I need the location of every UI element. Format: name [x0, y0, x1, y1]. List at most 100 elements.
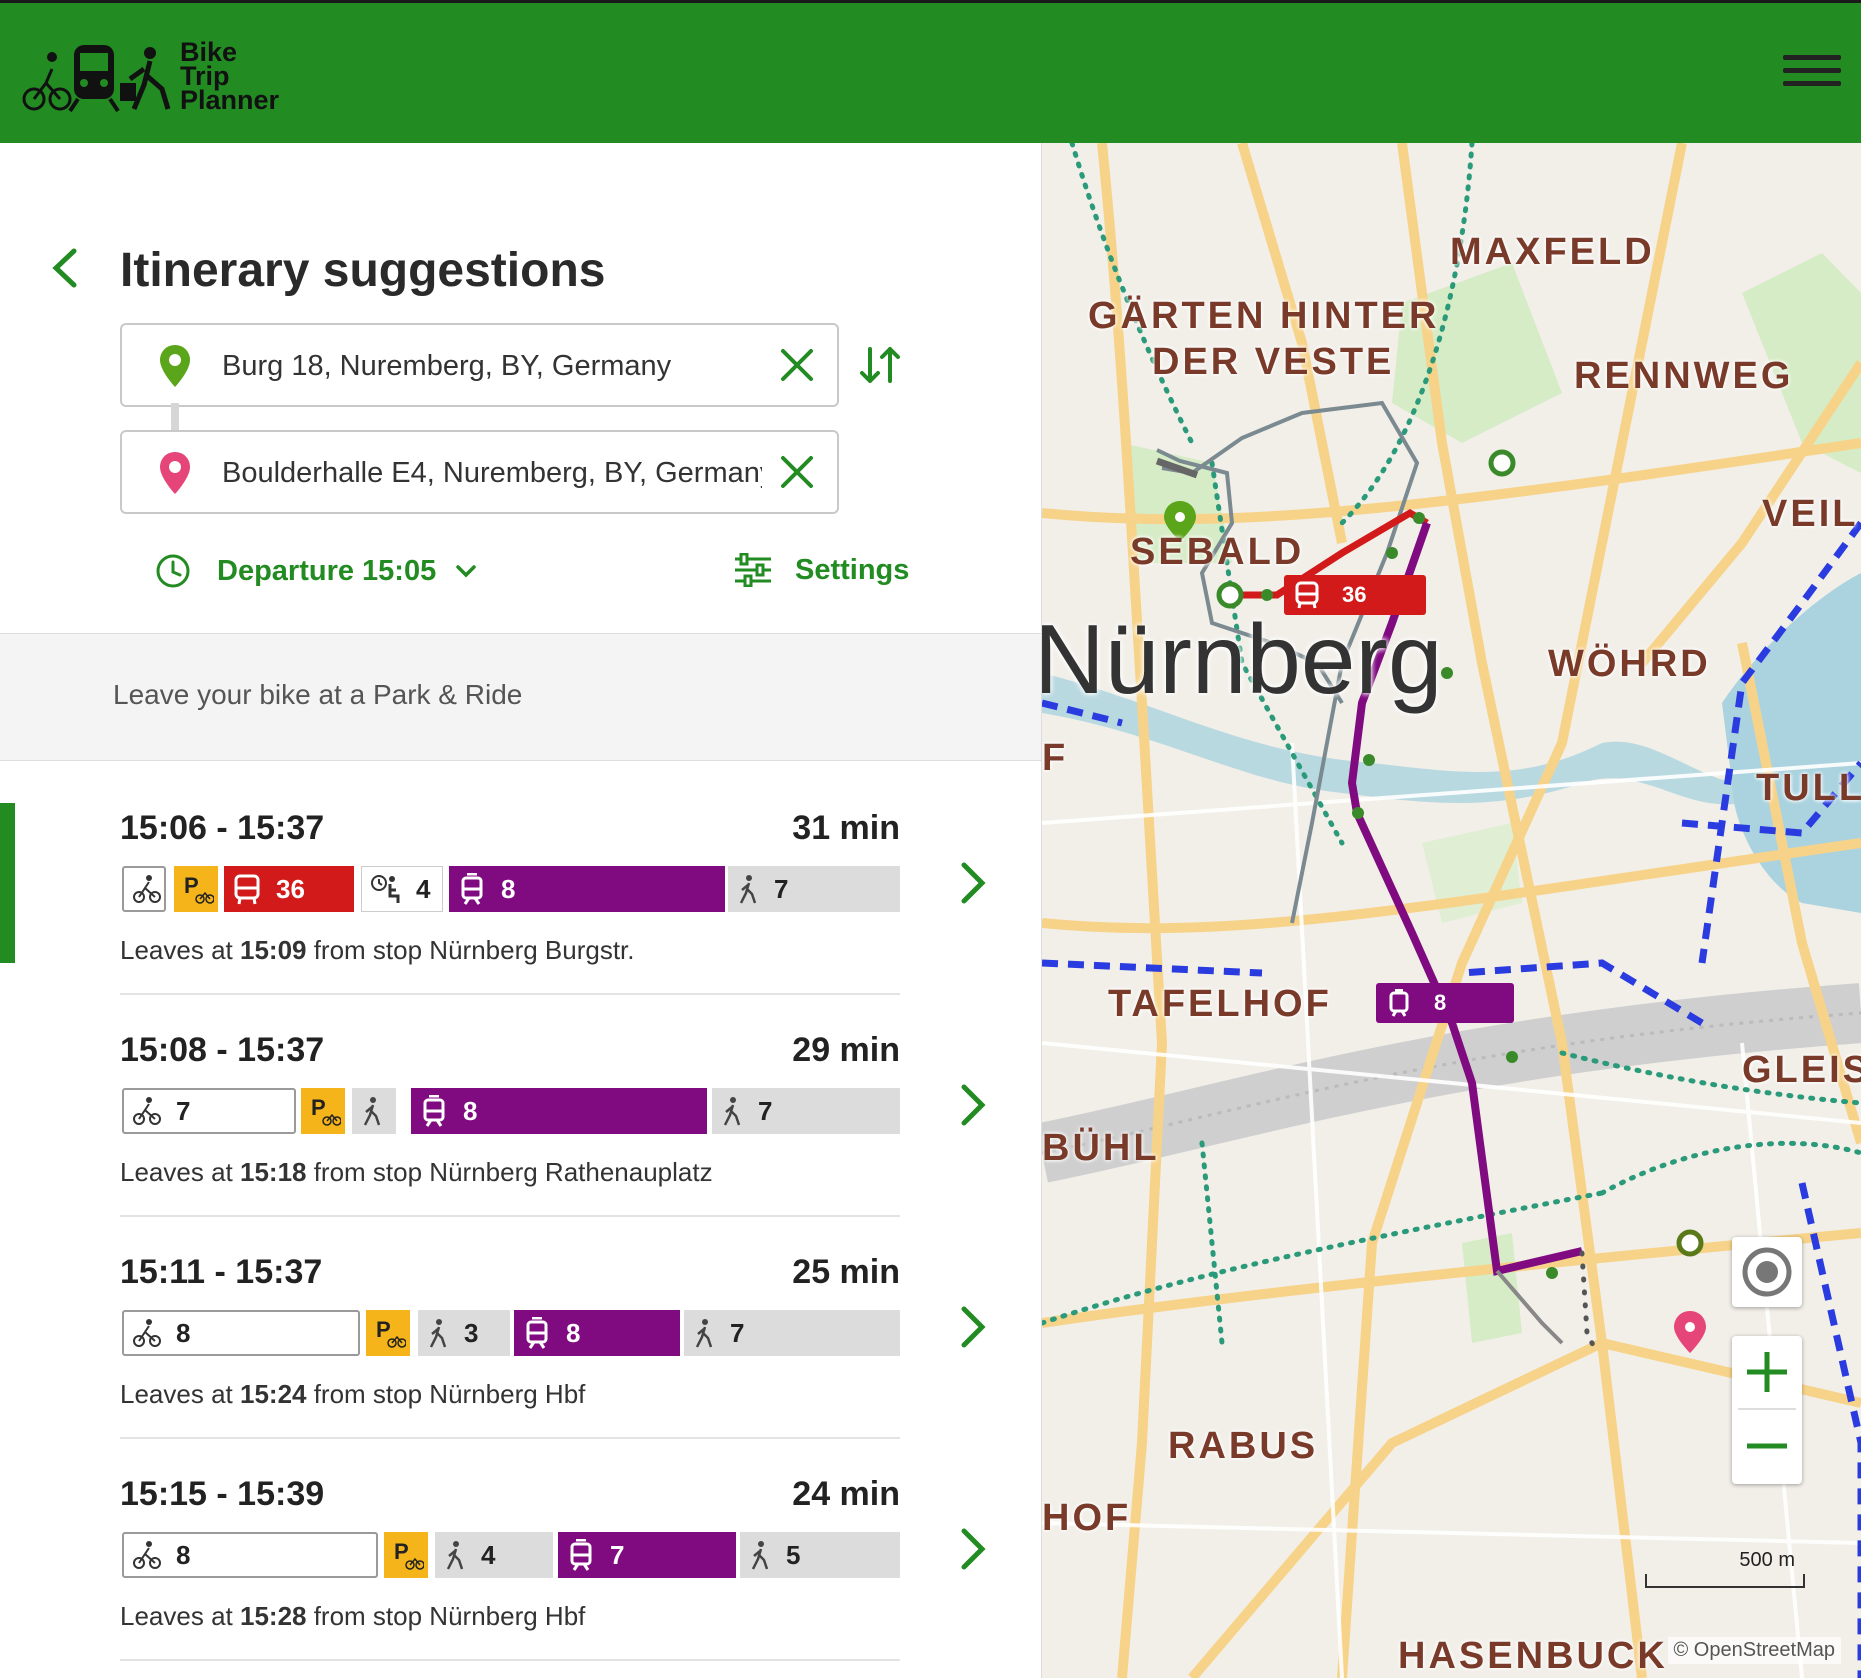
leg-value: 4 — [416, 873, 431, 904]
map-label-gleis: GLEIS — [1742, 1049, 1861, 1091]
walk-icon — [418, 1318, 450, 1348]
chevron-right-icon[interactable] — [958, 1083, 988, 1127]
leg-value: 4 — [481, 1539, 496, 1570]
itinerary-duration: 31 min — [792, 809, 900, 847]
destination-input[interactable] — [220, 452, 764, 494]
departure-selector[interactable]: Departure 15:05 — [155, 553, 480, 589]
app-name: Bike Trip Planner — [180, 39, 280, 115]
zoom-out-icon[interactable] — [1732, 1410, 1802, 1482]
clear-origin-icon[interactable] — [779, 347, 815, 383]
app-logo[interactable]: Bike Trip Planner — [22, 35, 279, 117]
itinerary-departure-info: Leaves at 15:24 from stop Nürnberg Hbf — [120, 1379, 585, 1410]
itinerary-time: 15:15 - 15:39 — [120, 1475, 325, 1513]
leg-walk — [352, 1088, 396, 1134]
itinerary-duration: 25 min — [792, 1253, 900, 1291]
leaves-stop: from stop Nürnberg Hbf — [306, 1601, 586, 1631]
row-divider — [120, 1659, 900, 1661]
leaves-prefix: Leaves at — [120, 935, 240, 965]
leg-tram: 8 — [449, 866, 725, 912]
departure-label: Departure 15:05 — [217, 554, 437, 587]
leg-value: 8 — [176, 1539, 191, 1570]
map-label-tull: TULL — [1756, 767, 1861, 809]
map-label-hof: HOF — [1042, 1497, 1132, 1539]
walk-icon — [435, 1540, 467, 1570]
app-name-line3: Planner — [180, 85, 280, 115]
leg-walk: 5 — [740, 1532, 900, 1578]
leg-value: 8 — [176, 1317, 191, 1348]
clear-destination-icon[interactable] — [779, 454, 815, 490]
leaves-time: 15:18 — [239, 1157, 307, 1187]
chevron-down-icon — [456, 565, 476, 578]
park-icon: P — [384, 1539, 424, 1571]
map-label-rennweg: RENNWEG — [1574, 355, 1794, 397]
itinerary-row[interactable]: 15:11 - 15:37 25 min 8 P 3 8 7 Leaves at 15:24 … — [0, 1217, 1041, 1439]
origin-input[interactable] — [220, 345, 764, 387]
svg-text:P: P — [376, 1317, 391, 1342]
itinerary-time: 15:06 - 15:37 — [120, 809, 325, 847]
bike-icon — [124, 1096, 162, 1126]
swap-icon[interactable] — [858, 343, 902, 387]
zoom-in-icon[interactable] — [1732, 1336, 1802, 1408]
itinerary-duration: 29 min — [792, 1031, 900, 1069]
itinerary-row[interactable]: 15:08 - 15:37 29 min 7 P 8 7 Leaves at 15:18 f… — [0, 995, 1041, 1217]
map[interactable]: 36 8 MAXFELD GÄRTEN HINTER DER VESTE REN… — [1042, 143, 1861, 1678]
leg-walk: 7 — [712, 1088, 900, 1134]
bike-icon — [124, 874, 162, 904]
map-label-f: F — [1042, 737, 1069, 779]
map-label-maxfeld: MAXFELD — [1450, 231, 1655, 273]
leg-bike: 8 — [122, 1532, 378, 1578]
svg-text:P: P — [311, 1095, 326, 1120]
leg-walk: 4 — [435, 1532, 553, 1578]
svg-text:P: P — [394, 1539, 409, 1564]
itinerary-panel: Itinerary suggestions Departure 15:05 — [0, 143, 1042, 1678]
top-bar: Bike Trip Planner — [0, 0, 1861, 143]
itinerary-departure-info: Leaves at 15:09 from stop Nürnberg Burgs… — [120, 935, 635, 966]
map-label-buehl: BÜHL — [1042, 1127, 1160, 1169]
itinerary-row[interactable]: 15:06 - 15:37 31 min P 36 4 8 7 Leaves at 15:09… — [0, 773, 1041, 995]
leaves-time: 15:28 — [239, 1601, 307, 1631]
leg-walk: 7 — [728, 866, 900, 912]
park-icon: P — [301, 1095, 341, 1127]
map-label-rabus: RABUS — [1168, 1425, 1319, 1467]
clock-icon — [156, 554, 190, 588]
leaves-stop: from stop Nürnberg Rathenauplatz — [306, 1157, 713, 1187]
map-label-sebald: SEBALD — [1130, 531, 1305, 573]
leg-park: P — [301, 1088, 345, 1134]
leg-tram: 8 — [514, 1310, 680, 1356]
map-label-hasenbuck: HASENBUCK — [1398, 1635, 1668, 1677]
back-arrow-icon[interactable] — [46, 243, 86, 293]
itinerary-row[interactable]: 15:15 - 15:39 24 min 8 P 4 7 5 Leaves at 15:28 … — [0, 1439, 1041, 1661]
walk-icon — [728, 874, 760, 904]
chevron-right-icon[interactable] — [958, 1527, 988, 1571]
leg-tram: 8 — [411, 1088, 707, 1134]
map-label-veil: VEIL — [1762, 493, 1859, 535]
leg-bike: 8 — [122, 1310, 360, 1356]
route-badge-tram-label: 8 — [1434, 990, 1447, 1015]
bike-icon — [124, 1540, 162, 1570]
chevron-right-icon[interactable] — [958, 861, 988, 905]
locate-button[interactable] — [1732, 1237, 1802, 1307]
zoom-control — [1732, 1336, 1802, 1484]
svg-text:P: P — [184, 873, 199, 898]
leg-value: 3 — [464, 1317, 479, 1348]
leg-park: P — [366, 1310, 410, 1356]
menu-icon[interactable] — [1783, 55, 1841, 95]
itinerary-time: 15:11 - 15:37 — [120, 1253, 323, 1291]
destination-field[interactable] — [120, 430, 839, 514]
leg-walk: 3 — [418, 1310, 510, 1356]
leaves-prefix: Leaves at — [120, 1601, 240, 1631]
leg-value: 7 — [176, 1095, 191, 1126]
origin-pin-icon — [160, 345, 190, 387]
leaves-prefix: Leaves at — [120, 1157, 240, 1187]
map-label-nuernberg: Nürnberg — [1042, 604, 1443, 714]
map-label-tafelhof: TAFELHOF — [1108, 983, 1332, 1025]
origin-field[interactable] — [120, 323, 839, 407]
walk-icon — [740, 1540, 772, 1570]
map-attribution[interactable]: © OpenStreetMap — [1667, 1637, 1841, 1664]
leg-park: P — [174, 866, 218, 912]
settings-button[interactable]: Settings — [733, 553, 909, 587]
chevron-right-icon[interactable] — [958, 1305, 988, 1349]
leg-value: 7 — [774, 873, 789, 904]
settings-label: Settings — [795, 553, 910, 586]
leg-bike — [122, 866, 166, 912]
